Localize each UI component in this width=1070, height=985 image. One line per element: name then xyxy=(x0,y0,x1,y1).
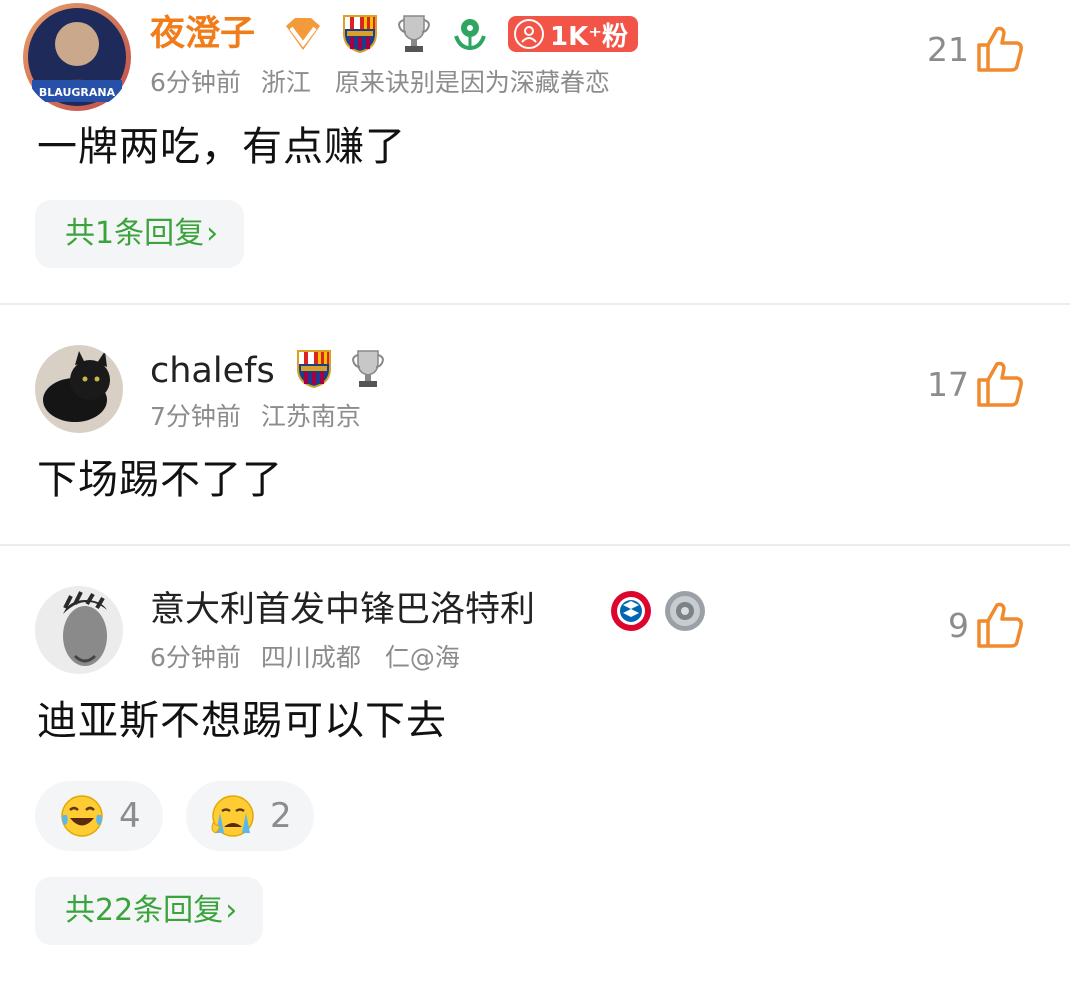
comment-location: 江苏南京 xyxy=(260,402,361,431)
comment-text: 下场踢不了了 xyxy=(37,457,283,503)
avatar-logo-text: BLAUGRANA xyxy=(39,86,116,99)
avatar[interactable] xyxy=(35,345,123,433)
user-badges xyxy=(610,590,706,632)
comment-meta: 7分钟前 江苏南京 xyxy=(150,401,361,433)
view-replies-label: 共1条回复 xyxy=(65,216,205,251)
like-button[interactable]: 9 xyxy=(948,601,1025,649)
avatar[interactable] xyxy=(35,586,123,674)
user-badges: 1K⁺粉 xyxy=(282,14,638,54)
like-count: 17 xyxy=(927,364,969,404)
comment-time: 6分钟前 xyxy=(150,68,241,97)
username[interactable]: 意大利首发中锋巴洛特利 xyxy=(150,588,535,632)
comment-location: 四川成都 xyxy=(260,643,361,672)
reaction-count: 4 xyxy=(119,796,141,836)
view-replies-button[interactable]: 共1条回复 › xyxy=(35,200,245,268)
thumbs-up-icon xyxy=(977,602,1023,648)
fans-badge-label: 1K⁺粉 xyxy=(550,21,628,52)
thumbs-up-icon xyxy=(977,361,1023,407)
chevron-right-icon: › xyxy=(206,216,219,251)
comment-location: 浙江 xyxy=(260,68,311,97)
trophy-icon xyxy=(398,15,430,52)
reaction-crying[interactable]: 2 xyxy=(186,781,314,851)
user-badges xyxy=(296,349,386,389)
comment-3: 意大利首发中锋巴洛特利 6分钟前 四川成都 仁@海 9 迪亚斯不想踢可以下去 4… xyxy=(0,546,1070,985)
reaction-count: 2 xyxy=(270,796,292,836)
comment-time: 6分钟前 xyxy=(150,643,241,672)
comment-time: 7分钟前 xyxy=(150,402,241,431)
comment-text: 一牌两吃，有点赚了 xyxy=(37,124,406,170)
like-button[interactable]: 17 xyxy=(927,360,1025,408)
like-count: 21 xyxy=(927,29,969,69)
username[interactable]: 夜澄子 xyxy=(150,12,255,56)
person-icon xyxy=(514,19,544,49)
view-replies-label: 共22条回复 xyxy=(65,893,224,928)
vip-diamond-icon xyxy=(286,18,320,50)
comment-meta: 6分钟前 四川成都 仁@海 xyxy=(150,642,460,674)
user-signature: 仁@海 xyxy=(384,643,460,672)
plate-trophy-icon xyxy=(665,591,705,631)
laughing-tears-emoji xyxy=(61,795,103,837)
fans-badge: 1K⁺粉 xyxy=(508,16,638,52)
comment-text: 迪亚斯不想踢可以下去 xyxy=(37,698,447,744)
trophy-icon xyxy=(352,350,384,387)
comment-1: BLAUGRANA 夜澄子 1K⁺粉 6分钟前 浙江 原来诀别是因为深藏眷恋 2… xyxy=(0,0,1070,304)
thumbs-up-icon xyxy=(977,26,1023,72)
comment-2: chalefs 7分钟前 江苏南京 17 下场踢不了了 xyxy=(0,305,1070,545)
comment-meta: 6分钟前 浙江 原来诀别是因为深藏眷恋 xyxy=(150,67,610,99)
barcelona-crest-icon xyxy=(297,350,331,389)
view-replies-button[interactable]: 共22条回复 › xyxy=(35,877,264,945)
bayern-crest-icon xyxy=(611,591,651,631)
avatar[interactable]: BLAUGRANA xyxy=(22,2,132,112)
barcelona-crest-icon xyxy=(343,15,377,54)
user-signature: 原来诀别是因为深藏眷恋 xyxy=(334,68,610,97)
chevron-right-icon: › xyxy=(225,893,238,928)
crying-emoji xyxy=(211,795,254,837)
like-count: 9 xyxy=(948,605,969,645)
green-plant-icon xyxy=(454,19,486,51)
username[interactable]: chalefs xyxy=(150,349,275,393)
reaction-laughing[interactable]: 4 xyxy=(35,781,163,851)
like-button[interactable]: 21 xyxy=(927,25,1025,73)
